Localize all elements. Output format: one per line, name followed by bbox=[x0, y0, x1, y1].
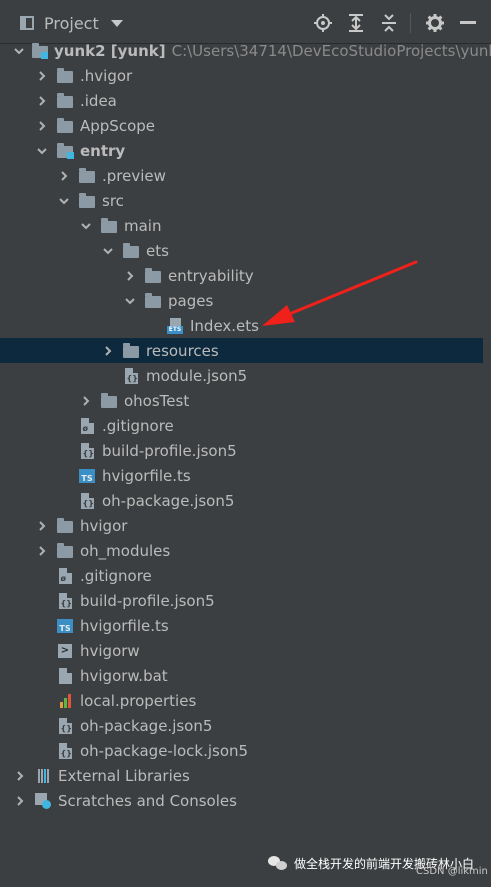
wechat-icon bbox=[268, 855, 288, 872]
annotation-arrow bbox=[262, 260, 418, 326]
watermark-credit: CSDN @likmin bbox=[416, 866, 488, 877]
